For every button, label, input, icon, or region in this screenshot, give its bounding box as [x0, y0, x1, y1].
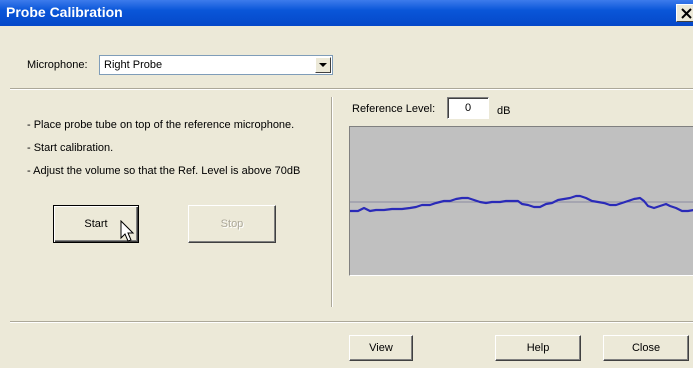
instruction-line-3: - Adjust the volume so that the Ref. Lev…	[27, 165, 301, 177]
probe-calibration-dialog: Probe Calibration Microphone: Right Prob…	[0, 0, 693, 368]
view-button[interactable]: View	[349, 335, 413, 361]
waveform-svg	[350, 194, 693, 213]
mouse-cursor-icon	[120, 220, 135, 242]
microphone-select-value: Right Probe	[104, 59, 163, 71]
close-icon	[681, 8, 692, 19]
reference-level-label: Reference Level:	[352, 103, 436, 115]
reference-level-value: 0	[464, 102, 472, 114]
reference-level-field: 0	[447, 97, 489, 119]
instruction-line-2: - Start calibration.	[27, 142, 114, 154]
chevron-down-icon	[319, 63, 327, 67]
top-separator-highlight	[10, 89, 693, 90]
close-button[interactable]: Close	[603, 335, 689, 361]
window-title: Probe Calibration	[6, 4, 123, 20]
title-bar[interactable]: Probe Calibration	[0, 0, 693, 26]
dropdown-arrow-button[interactable]	[315, 57, 331, 73]
close-window-button[interactable]	[676, 4, 693, 22]
vertical-separator-highlight	[332, 97, 333, 307]
instruction-line-1: - Place probe tube on top of the referen…	[27, 119, 295, 131]
microphone-label: Microphone:	[27, 59, 88, 71]
microphone-select[interactable]: Right Probe	[99, 55, 333, 75]
bottom-separator-highlight	[10, 322, 693, 323]
stop-button: Stop	[188, 205, 276, 243]
waveform-line	[350, 194, 693, 213]
waveform-plot	[349, 126, 693, 276]
help-button[interactable]: Help	[495, 335, 581, 361]
reference-level-unit: dB	[497, 105, 511, 117]
